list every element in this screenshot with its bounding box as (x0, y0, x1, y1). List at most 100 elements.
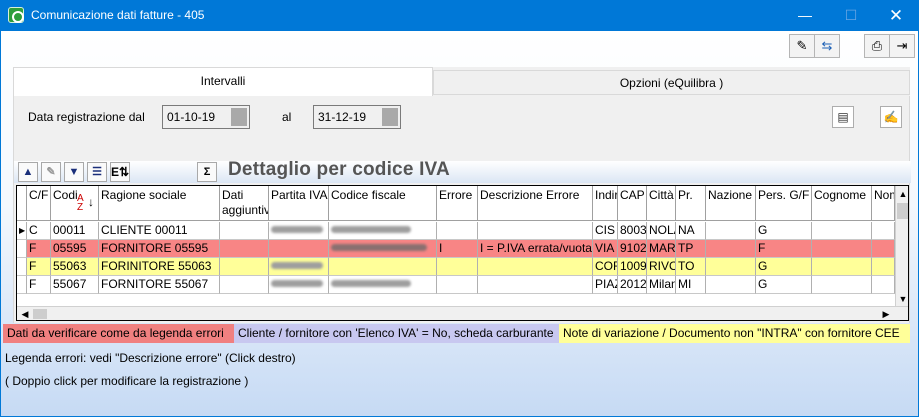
column-header[interactable]: Cognome (812, 186, 872, 221)
calendar-dropdown-icon[interactable] (382, 108, 398, 126)
column-header[interactable]: Pr. (676, 186, 706, 221)
sort-az-icon: AZ (77, 193, 84, 213)
cell-ragione: FORNITORE 05595 (99, 240, 220, 258)
date-to-field[interactable]: 31-12-19 (313, 105, 401, 129)
cell-piva (269, 240, 329, 258)
column-header[interactable]: Ragione sociale (99, 186, 220, 221)
redacted-text (271, 226, 323, 234)
cell-nazione (706, 240, 756, 258)
app-logo-icon (8, 7, 24, 23)
column-header[interactable]: Codice fiscale (329, 186, 437, 221)
date-from-value: 01-10-19 (167, 110, 216, 124)
column-header[interactable]: Città (647, 186, 676, 221)
column-header[interactable]: C/F (27, 186, 51, 221)
printer-icon: ⎙ (871, 38, 883, 53)
scroll-right-icon[interactable]: ▶ (879, 307, 893, 320)
cell-dati (220, 222, 269, 240)
cell-cap: 9102 (618, 240, 647, 258)
cell-descr: I = P.IVA errata/vuota (478, 240, 593, 258)
columns-button[interactable]: ☰ (87, 162, 107, 182)
cell-nome (872, 258, 895, 276)
cell-descr (478, 258, 593, 276)
data-grid[interactable]: C/F Codi AZ ↓ Ragione sociale Dati aggiu… (16, 185, 909, 321)
column-header[interactable]: CAP (618, 186, 647, 221)
column-header[interactable]: Partita IVA (269, 186, 329, 221)
filter-button[interactable]: ▼ (64, 162, 84, 182)
cell-nome (872, 276, 895, 294)
cell-cf-fiscale (329, 276, 437, 294)
collapse-button[interactable]: ▲ (18, 162, 38, 182)
double-click-note: ( Doppio click per modificare la registr… (5, 374, 249, 388)
print-button[interactable]: ⎙ (864, 34, 890, 58)
cell-nazione (706, 258, 756, 276)
current-row-arrow-icon: ▶ (17, 222, 27, 240)
date-from-field[interactable]: 01-10-19 (162, 105, 250, 129)
tab-opzioni[interactable]: Opzioni (eQuilibra ) (433, 70, 910, 95)
title-bar[interactable]: Comunicazione dati fatture - 405 — ☐ ✕ (0, 0, 919, 31)
exit-door-icon: ⇥ (896, 38, 908, 53)
signature-icon: ✍ (883, 110, 899, 124)
document-button[interactable]: ▤ (832, 106, 854, 128)
signature-button[interactable]: ✍ (880, 106, 902, 128)
cell-codice: 55063 (51, 258, 99, 276)
cell-cf-fiscale (329, 240, 437, 258)
cell-cf-fiscale (329, 222, 437, 240)
table-row[interactable]: F 55067 FORNITORE 55067 PIAZ 2012 Milan … (17, 276, 895, 294)
client-area: ✎ ⇆ ⎙ ⇥ Intervalli Opzioni (eQuilibra ) … (1, 31, 918, 416)
scroll-thumb[interactable] (33, 309, 47, 319)
calendar-dropdown-icon[interactable] (231, 108, 247, 126)
horizontal-scrollbar[interactable]: ◀ ▶ (17, 306, 908, 320)
refresh-button[interactable]: ⇆ (814, 34, 840, 58)
cell-cf: F (27, 258, 51, 276)
funnel-icon: ▼ (68, 166, 80, 178)
date-to-label: al (282, 110, 292, 124)
scroll-up-icon[interactable]: ▲ (896, 187, 908, 201)
sum-button[interactable]: Σ (197, 162, 217, 182)
cell-citta: RIVO (647, 258, 676, 276)
cell-cf: F (27, 276, 51, 294)
tab-control: Intervalli Opzioni (eQuilibra ) Data reg… (13, 67, 911, 323)
cell-cf: C (27, 222, 51, 240)
table-row[interactable]: F 05595 FORNITORE 05595 I I = P.IVA erra… (17, 240, 895, 258)
cell-cognome (812, 276, 872, 294)
column-header[interactable]: Dati aggiuntivi (220, 186, 269, 221)
scroll-left-icon[interactable]: ◀ (18, 307, 32, 320)
column-header[interactable]: Descrizione Errore (478, 186, 593, 221)
cell-ragione: FORNITORE 55067 (99, 276, 220, 294)
exit-button[interactable]: ⇥ (889, 34, 915, 58)
cell-citta: Milan (647, 276, 676, 294)
column-header[interactable]: Errore (437, 186, 478, 221)
cell-pr: MI (676, 276, 706, 294)
column-header[interactable]: Pers. G/F (756, 186, 812, 221)
row-indicator (17, 258, 27, 276)
edit-filter-button[interactable]: ✎ (41, 162, 61, 182)
maximize-button[interactable]: ☐ (828, 0, 874, 31)
wand-button[interactable]: ✎ (789, 34, 815, 58)
vertical-scrollbar[interactable]: ▲ ▼ (895, 186, 908, 320)
scroll-thumb[interactable] (897, 203, 908, 219)
column-header[interactable]: Nom (872, 186, 895, 221)
list-columns-icon: ☰ (92, 166, 102, 178)
column-header[interactable]: Indir (593, 186, 618, 221)
scroll-down-icon[interactable]: ▼ (896, 292, 908, 306)
column-header[interactable]: Nazione (706, 186, 756, 221)
cell-errore (437, 222, 478, 240)
minimize-button[interactable]: — (782, 0, 828, 31)
cell-descr (478, 276, 593, 294)
cell-cognome (812, 222, 872, 240)
export-excel-button[interactable]: E⇅ (110, 162, 130, 182)
cell-cap: 8003 (618, 222, 647, 240)
tab-panel: Data registrazione dal 01-10-19 al 31-12… (13, 96, 911, 323)
cell-nazione (706, 222, 756, 240)
redacted-text (331, 226, 411, 234)
table-row[interactable]: ▶ C 00011 CLIENTE 00011 CIS 8003 NOLA NA (17, 222, 895, 240)
cell-nome (872, 222, 895, 240)
row-indicator-header (17, 186, 27, 221)
close-button[interactable]: ✕ (873, 0, 919, 31)
cell-citta: NOLA (647, 222, 676, 240)
column-header[interactable]: Codi AZ ↓ (51, 186, 99, 221)
date-from-label: Data registrazione dal (28, 110, 145, 124)
cell-dati (220, 276, 269, 294)
table-row[interactable]: F 55063 FORINITORE 55063 COR 1009 RIVO T… (17, 258, 895, 276)
tab-intervalli[interactable]: Intervalli (13, 67, 433, 97)
